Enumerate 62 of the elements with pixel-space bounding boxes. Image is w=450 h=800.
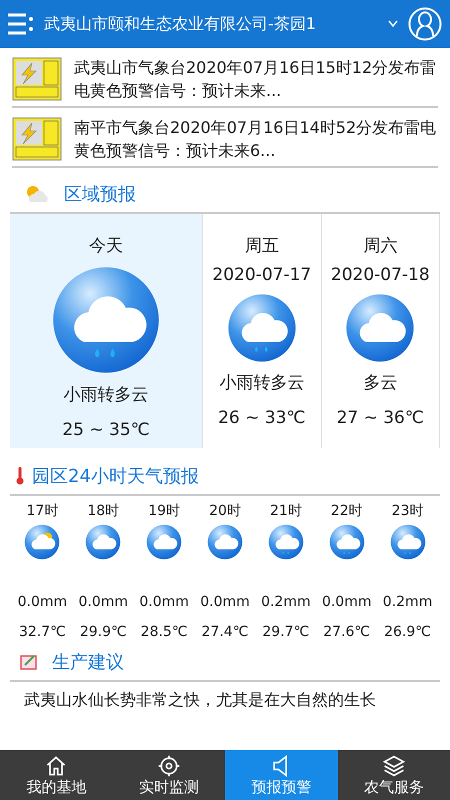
weather-label: 小雨转多云 [64,384,149,406]
date-label: 2020-07-17 [212,265,312,285]
weather-icon [206,524,243,560]
hour-label: 21时 [270,502,302,521]
notepad-icon [20,654,38,670]
temperature-value: 29.7℃ [262,623,310,642]
temperature-range: 27 ~ 36℃ [336,408,424,428]
chevron-down-icon[interactable] [388,20,398,28]
sun-cloud-icon [24,185,50,203]
temperature-range: 26 ~ 33℃ [218,408,306,428]
weather-icon [24,524,60,560]
section-title: 区域预报 [64,183,136,206]
rainfall-value: 0.0mm [78,593,128,610]
rainfall-value: 0.0mm [322,593,372,610]
hour-label: 18时 [87,502,120,521]
day-label: 周五 [244,235,279,257]
weather-label: 小雨转多云 [219,372,304,394]
temperature-range: 25 ~ 35℃ [62,420,150,440]
temperature-value: 27.6℃ [323,623,370,642]
advice-text: 武夷山水仙长势非常之快，尤其是在大自然的生长 [23,689,377,711]
temperature-value: 26.9℃ [384,623,432,642]
weather-icon [51,265,162,375]
layers-icon [382,754,406,778]
weather-icon [226,293,297,363]
nav-tab[interactable]: 预报预警 [225,750,338,800]
rainfall-value: 0.0mm [139,593,189,610]
user-icon[interactable] [408,7,442,41]
temperature-value: 29.9℃ [80,623,127,642]
hour-label: 20时 [209,502,241,521]
hour-label: 17时 [26,502,58,521]
menu-icon[interactable] [8,13,34,35]
section-title: 生产建议 [52,651,124,674]
rainfall-value: 0.2mm [382,593,432,610]
day-label: 今天 [89,235,124,257]
rainfall-value: 0.0mm [18,593,68,610]
weather-label: 多云 [363,372,398,394]
rainfall-value: 0.2mm [261,593,311,610]
rainfall-value: 0.0mm [200,593,250,610]
day-forecast-card[interactable]: 周六 2020-07-18 多云 27 ~ 36℃ [322,214,440,448]
date-label: 2020-07-18 [330,265,430,285]
day-forecast-card[interactable]: 今天 小雨转多云 25 ~ 35℃ [10,214,204,448]
day-forecast-card[interactable]: 周五 2020-07-17 小雨转多云 26 ~ 33℃ [203,214,322,448]
weather-icon [345,293,416,363]
section-title: 园区24小时天气预报 [32,465,199,488]
hour-label: 19时 [148,502,180,521]
temperature-value: 32.7℃ [18,623,66,642]
hour-label: 23时 [392,502,424,521]
thermometer-icon [16,467,24,485]
hour-label: 22时 [330,502,363,521]
warning-text[interactable]: 武夷山市气象台2020年07月16日15时12分发布雷电黄色预警信号：预计未来... [74,56,438,102]
weather-icon [390,524,426,560]
weather-icon [268,524,304,560]
lightning-warning-icon [12,117,62,161]
target-icon [156,754,181,778]
weather-icon [85,524,122,560]
warning-text[interactable]: 南平市气象台2020年07月16日14时52分发布雷电黄色预警信号：预计未来6... [74,116,438,162]
temperature-value: 28.5℃ [140,623,188,642]
weather-icon [146,524,182,560]
weather-icon [328,524,365,560]
day-label: 周六 [363,235,398,257]
lightning-warning-icon [12,57,62,101]
temperature-value: 27.4℃ [202,623,248,642]
